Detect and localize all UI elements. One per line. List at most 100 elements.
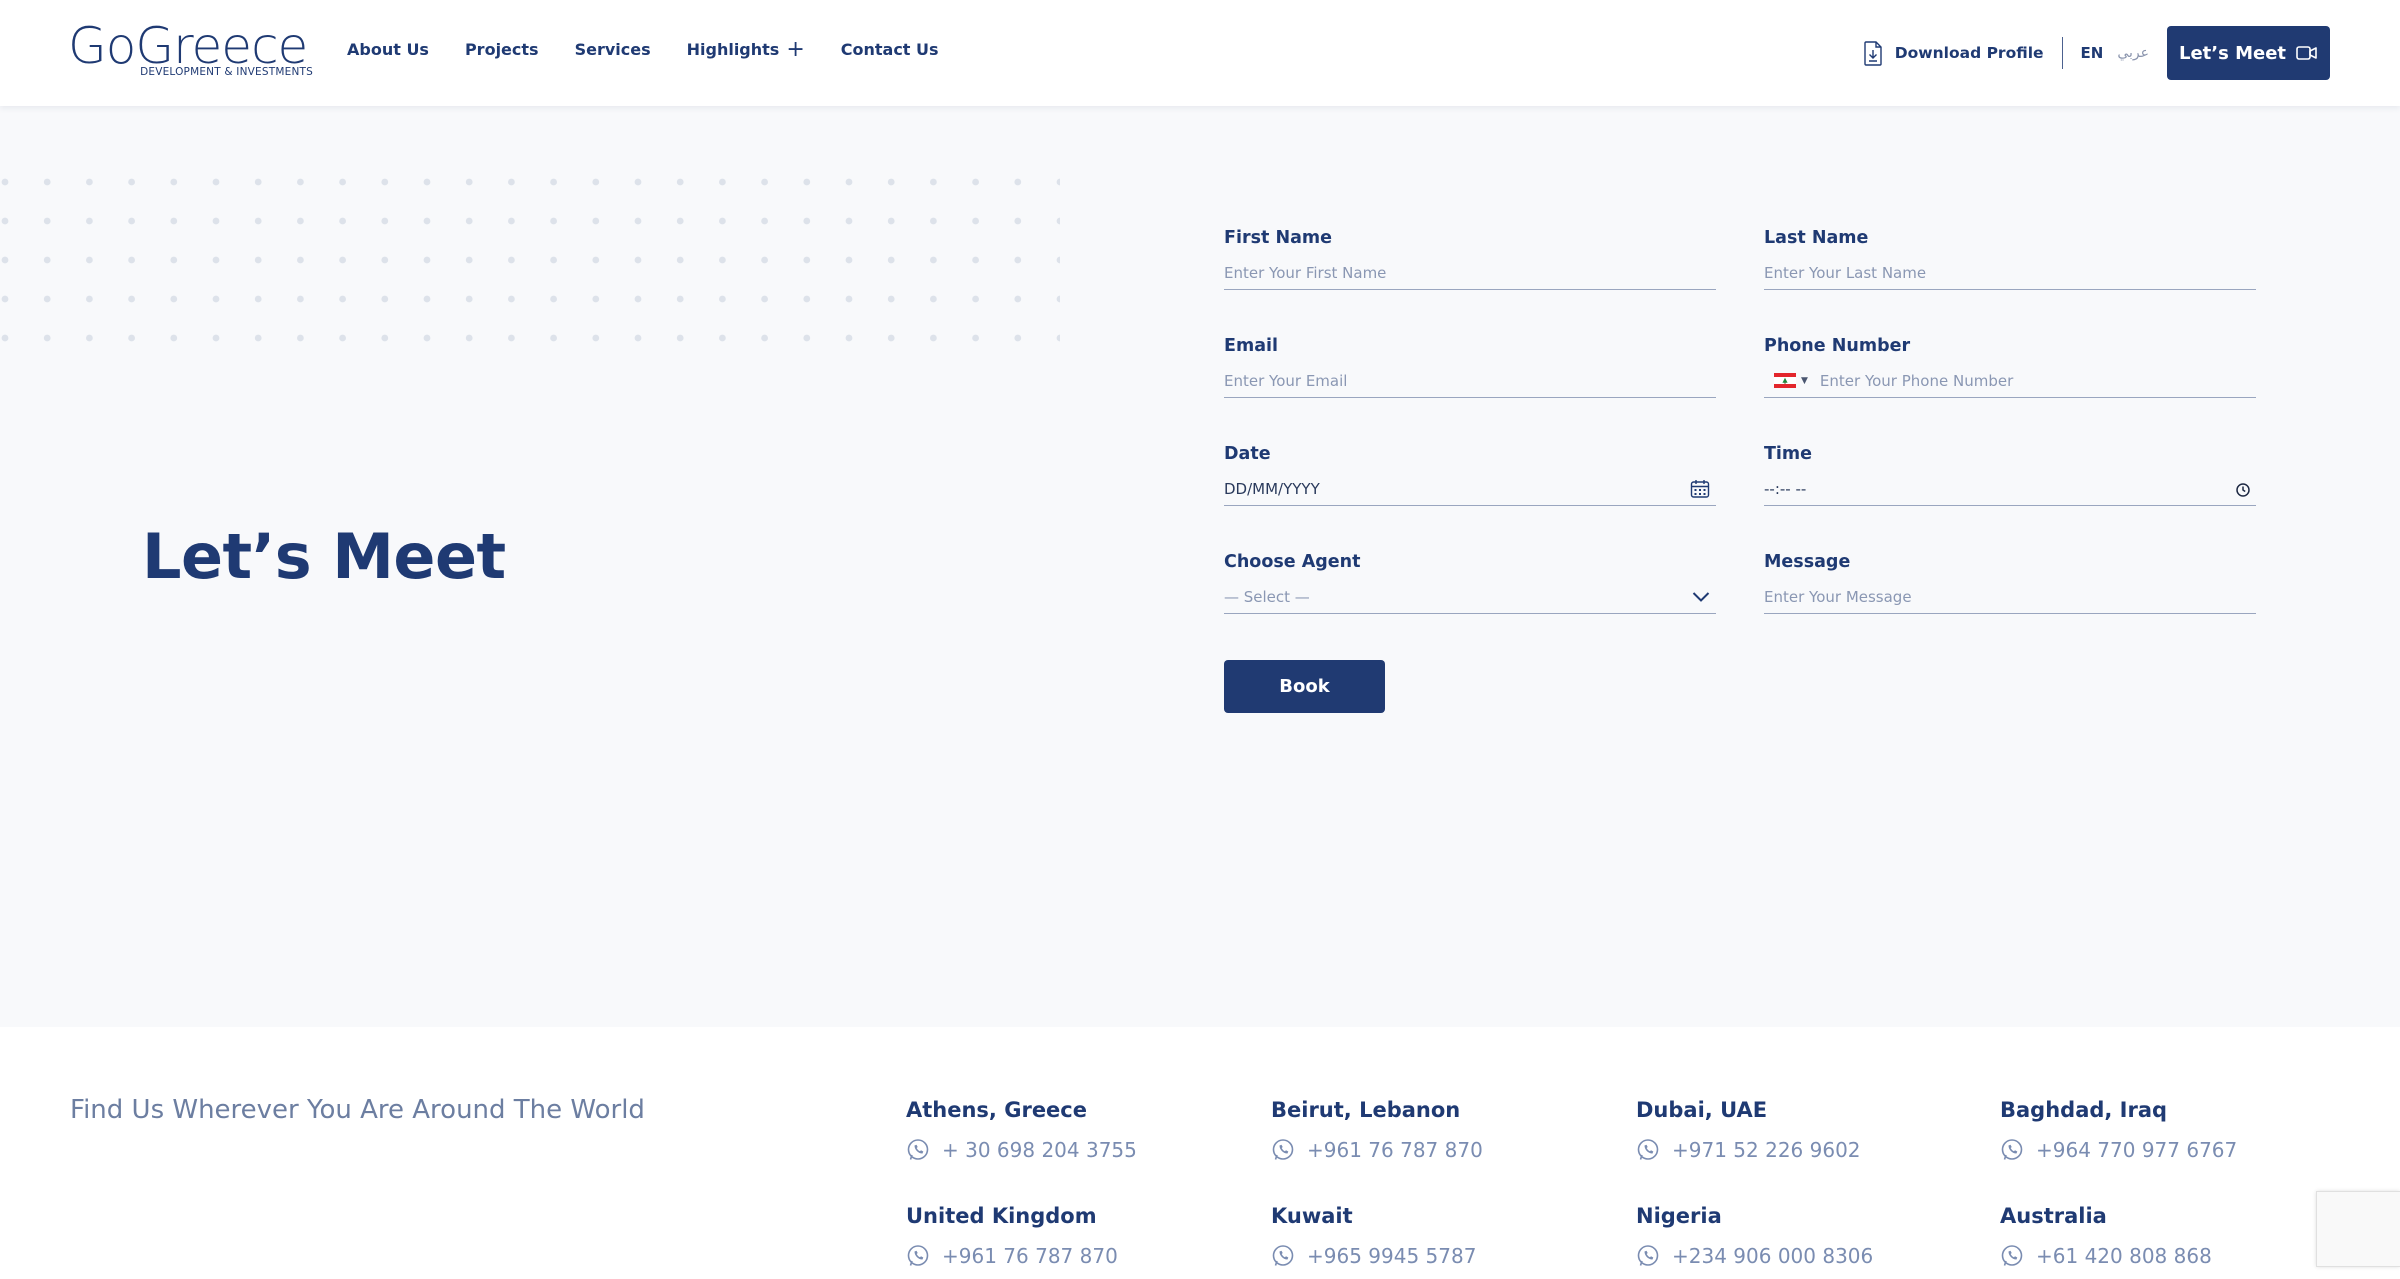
office-phone-link[interactable]: +971 52 226 9602	[1636, 1138, 1966, 1162]
message-input[interactable]: Enter Your Message	[1764, 580, 2256, 614]
header-divider	[2061, 37, 2063, 69]
office-card: Nigeria +234 906 000 8306	[1636, 1204, 1966, 1268]
office-card: Kuwait +965 9945 5787	[1271, 1204, 1601, 1268]
page-title: Let’s Meet	[142, 520, 506, 593]
agent-select[interactable]: — Select —	[1224, 580, 1716, 614]
office-phone-link[interactable]: +234 906 000 8306	[1636, 1244, 1966, 1268]
nav-highlights[interactable]: Highlights +	[686, 36, 805, 62]
whatsapp-icon	[1637, 1245, 1659, 1266]
office-city: Nigeria	[1636, 1204, 1722, 1228]
email-placeholder: Enter Your Email	[1224, 371, 1348, 390]
office-phone-link[interactable]: +961 76 787 870	[1271, 1138, 1601, 1162]
lets-meet-label: Let’s Meet	[2178, 42, 2287, 64]
office-city: United Kingdom	[906, 1204, 1097, 1228]
video-camera-icon	[2296, 46, 2317, 60]
lets-meet-button[interactable]: Let’s Meet	[2167, 26, 2330, 80]
lebanon-flag-icon	[1774, 373, 1796, 388]
nav-services[interactable]: Services	[575, 40, 651, 59]
whatsapp-icon	[1272, 1245, 1294, 1266]
main-nav: About Us Projects Services Highlights + …	[347, 36, 975, 62]
office-city: Australia	[2000, 1204, 2107, 1228]
logo[interactable]: GoGreece DEVELOPMENT & INVESTMENTS	[68, 20, 313, 80]
first-name-field: First Name Enter Your First Name	[1224, 226, 1716, 290]
last-name-input[interactable]: Enter Your Last Name	[1764, 256, 2256, 290]
office-card: Dubai, UAE +971 52 226 9602	[1636, 1098, 1966, 1162]
lang-ar[interactable]: عربي	[2117, 45, 2149, 61]
last-name-label: Last Name	[1764, 228, 1869, 248]
office-phone-link[interactable]: +965 9945 5787	[1271, 1244, 1601, 1268]
office-card: Athens, Greece + 30 698 204 3755	[906, 1098, 1236, 1162]
office-phone-link[interactable]: +61 420 808 868	[2000, 1244, 2330, 1268]
download-profile-label: Download Profile	[1894, 44, 2044, 62]
nav-label: Contact Us	[840, 40, 939, 59]
chevron-down-icon	[1692, 592, 1710, 602]
date-label: Date	[1224, 444, 1271, 464]
office-card: United Kingdom +961 76 787 870	[906, 1204, 1236, 1268]
nav-projects[interactable]: Projects	[465, 40, 539, 59]
whatsapp-icon	[907, 1139, 929, 1160]
date-field: Date DD/MM/YYYY	[1224, 442, 1716, 506]
office-phone-link[interactable]: +961 76 787 870	[906, 1244, 1236, 1268]
book-button[interactable]: Book	[1224, 660, 1385, 713]
download-file-icon	[1864, 40, 1882, 66]
site-header: GoGreece DEVELOPMENT & INVESTMENTS About…	[0, 0, 2400, 106]
calendar-icon[interactable]	[1690, 479, 1710, 499]
office-city: Beirut, Lebanon	[1271, 1098, 1461, 1122]
footer-heading: Find Us Wherever You Are Around The Worl…	[70, 1095, 645, 1125]
date-input[interactable]: DD/MM/YYYY	[1224, 472, 1716, 506]
logo-wordmark: GoGreece	[68, 17, 308, 75]
caret-down-icon: ▼	[1801, 375, 1808, 386]
office-phone-link[interactable]: +964 770 977 6767	[2000, 1138, 2330, 1162]
lang-en[interactable]: EN	[2081, 44, 2104, 62]
message-placeholder: Enter Your Message	[1764, 587, 1912, 606]
whatsapp-icon	[2001, 1245, 2023, 1266]
time-field: Time --:-- --	[1764, 442, 2256, 506]
whatsapp-icon	[2001, 1139, 2023, 1160]
office-card: Beirut, Lebanon +961 76 787 870	[1271, 1098, 1601, 1162]
nav-label: Highlights	[686, 40, 780, 59]
logo-tagline: DEVELOPMENT & INVESTMENTS	[140, 66, 313, 78]
time-input[interactable]: --:-- --	[1764, 472, 2256, 506]
country-code-selector[interactable]: ▼	[1774, 373, 1808, 388]
agent-label: Choose Agent	[1224, 552, 1361, 572]
last-name-placeholder: Enter Your Last Name	[1764, 263, 1927, 282]
first-name-label: First Name	[1224, 228, 1333, 248]
phone-input[interactable]: ▼ Enter Your Phone Number	[1764, 364, 2256, 398]
email-field: Email Enter Your Email	[1224, 334, 1716, 398]
office-card: Baghdad, Iraq +964 770 977 6767	[2000, 1098, 2330, 1162]
time-label: Time	[1764, 444, 1813, 464]
whatsapp-icon	[907, 1245, 929, 1266]
office-city: Baghdad, Iraq	[2000, 1098, 2168, 1122]
first-name-input[interactable]: Enter Your First Name	[1224, 256, 1716, 290]
phone-placeholder: Enter Your Phone Number	[1819, 371, 2014, 390]
office-city: Kuwait	[1271, 1204, 1353, 1228]
date-value: DD/MM/YYYY	[1224, 479, 1320, 498]
email-input[interactable]: Enter Your Email	[1224, 364, 1716, 398]
phone-label: Phone Number	[1764, 336, 1911, 356]
nav-contact-us[interactable]: Contact Us	[841, 40, 939, 59]
email-label: Email	[1224, 336, 1278, 356]
office-city: Dubai, UAE	[1636, 1098, 1768, 1122]
first-name-placeholder: Enter Your First Name	[1224, 263, 1387, 282]
message-label: Message	[1764, 552, 1851, 572]
nav-label: Projects	[464, 40, 539, 59]
clock-icon[interactable]	[2236, 483, 2250, 497]
agent-selected-value: — Select —	[1224, 587, 1310, 606]
nav-label: About Us	[347, 40, 429, 59]
nav-label: Services	[574, 40, 651, 59]
last-name-field: Last Name Enter Your Last Name	[1764, 226, 2256, 290]
time-value: --:-- --	[1764, 479, 1807, 498]
office-phone: +971 52 226 9602	[1672, 1138, 1861, 1162]
office-phone: +61 420 808 868	[2036, 1244, 2212, 1268]
download-profile-link[interactable]: Download Profile	[1863, 40, 2044, 66]
office-phone: +961 76 787 870	[942, 1244, 1118, 1268]
phone-field: Phone Number ▼ Enter Your Phone Number	[1764, 334, 2256, 398]
plus-icon: +	[786, 36, 805, 62]
office-phone: +964 770 977 6767	[2036, 1138, 2238, 1162]
office-phone: + 30 698 204 3755	[942, 1138, 1137, 1162]
nav-about-us[interactable]: About Us	[347, 40, 429, 59]
office-phone-link[interactable]: + 30 698 204 3755	[906, 1138, 1236, 1162]
recaptcha-badge[interactable]	[2316, 1191, 2400, 1267]
message-field: Message Enter Your Message	[1764, 550, 2256, 614]
office-card: Australia +61 420 808 868	[2000, 1204, 2330, 1268]
